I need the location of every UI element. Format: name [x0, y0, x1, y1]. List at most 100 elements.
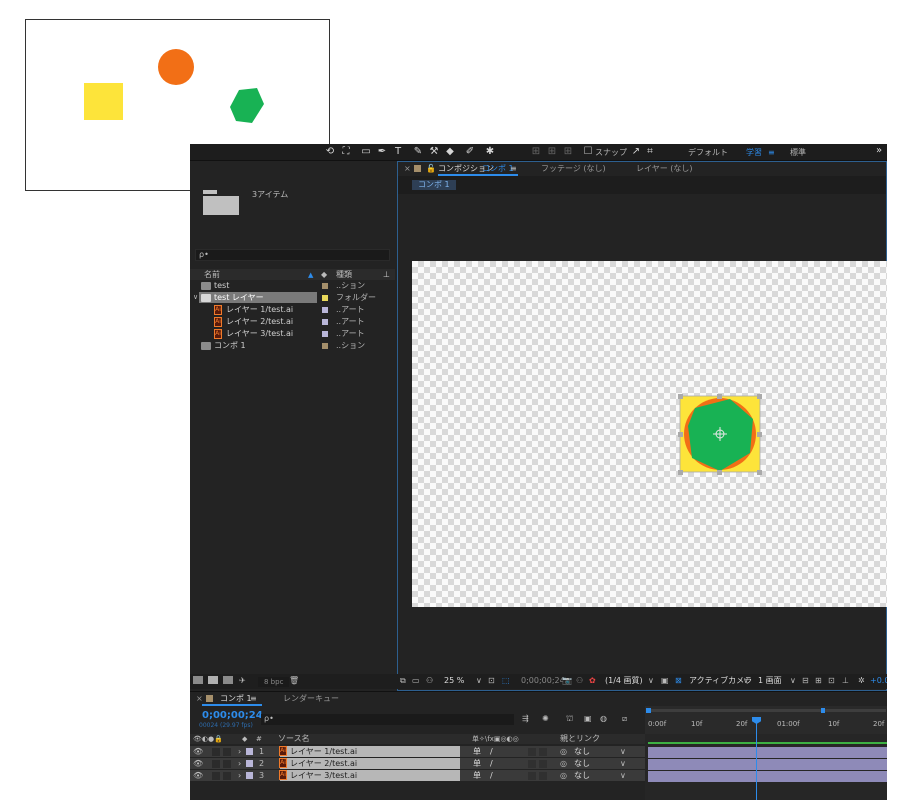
- audio-toggle[interactable]: [212, 772, 220, 780]
- new-folder-icon[interactable]: [208, 676, 218, 684]
- quality-switch-icon[interactable]: /: [490, 771, 493, 781]
- shy-icon[interactable]: ⛫: [566, 714, 573, 724]
- grid-icon[interactable]: ⬚: [502, 676, 510, 686]
- render-icon[interactable]: ✈: [239, 676, 246, 686]
- snap-grid-icon[interactable]: ⌗: [644, 146, 656, 158]
- label-swatch[interactable]: [322, 283, 328, 289]
- comp-tab-name[interactable]: コンポ 1: [482, 164, 514, 174]
- layer-duration-bar-2[interactable]: [648, 759, 887, 770]
- viewer-timecode[interactable]: 0;00;00;24: [521, 676, 565, 686]
- snap-checkbox[interactable]: ☐: [582, 146, 594, 158]
- timeline-tab[interactable]: コンポ 1: [220, 694, 252, 704]
- switch-box[interactable]: [528, 760, 536, 768]
- project-item-test[interactable]: test ..ション: [190, 280, 395, 292]
- anchor-tool-icon[interactable]: ⛶: [340, 146, 352, 158]
- pickwhip-icon[interactable]: ◎: [560, 747, 567, 757]
- sort-asc-icon[interactable]: ▲: [308, 271, 313, 279]
- rotate-tool-icon[interactable]: ⟲: [324, 146, 336, 158]
- show-snapshot-icon[interactable]: ⚇: [576, 676, 583, 686]
- label-swatch[interactable]: [322, 331, 328, 337]
- bpc-button[interactable]: 8 bpc: [258, 677, 290, 687]
- always-preview-icon[interactable]: ⧉: [400, 676, 406, 686]
- source-name-header[interactable]: ソース名: [278, 734, 310, 744]
- chevron-down-icon[interactable]: ∨: [620, 771, 626, 781]
- chevron-down-icon[interactable]: ∨: [743, 676, 749, 686]
- switch-box[interactable]: [539, 748, 547, 756]
- transform-handle[interactable]: [678, 394, 683, 399]
- panel-menu-icon[interactable]: ≡: [510, 164, 517, 174]
- graph-editor-icon[interactable]: ⧄: [622, 714, 627, 724]
- comp-flowchart-icon[interactable]: ⊥: [842, 676, 849, 686]
- label-swatch[interactable]: [322, 307, 328, 313]
- timeline-layer-row-1[interactable]: 👁 › 1 Ai レイヤー 1/test.ai 单 / ◎ なし ∨: [190, 746, 645, 758]
- pickwhip-icon[interactable]: ◎: [560, 759, 567, 769]
- project-item-layer-1[interactable]: Ai レイヤー 1/test.ai ..アート: [190, 304, 395, 316]
- frame-blend-icon[interactable]: ▣: [584, 714, 592, 724]
- eraser-tool-icon[interactable]: ◆: [444, 146, 456, 158]
- chevron-down-icon[interactable]: ∨: [620, 759, 626, 769]
- interpret-footage-icon[interactable]: [193, 676, 203, 684]
- label-swatch[interactable]: [322, 319, 328, 325]
- comp-mini-flowchart-icon[interactable]: ⇶: [522, 714, 529, 724]
- chevron-down-icon[interactable]: ∨: [476, 676, 482, 686]
- reset-exposure-icon[interactable]: ⊞: [815, 676, 822, 686]
- pen-tool-icon[interactable]: ✒: [376, 146, 388, 158]
- switch-box[interactable]: [539, 760, 547, 768]
- layer-name-field[interactable]: レイヤー 1/test.ai: [280, 746, 460, 757]
- solo-toggle[interactable]: [223, 760, 231, 768]
- workspace-standard[interactable]: 標準: [790, 147, 806, 158]
- comp-viewer-canvas[interactable]: [412, 261, 887, 607]
- layer-duration-bar-1[interactable]: [648, 747, 887, 758]
- label-tag-icon[interactable]: ◆: [321, 270, 327, 279]
- clone-stamp-tool-icon[interactable]: ⚒: [428, 146, 440, 158]
- layer-name-field[interactable]: レイヤー 3/test.ai: [280, 770, 460, 781]
- transform-handle[interactable]: [757, 432, 762, 437]
- exposure-icon[interactable]: ✲: [858, 676, 865, 686]
- flowchart-icon[interactable]: ⊡: [828, 676, 835, 686]
- transform-handle[interactable]: [678, 432, 683, 437]
- trash-icon[interactable]: 🗑: [289, 676, 299, 686]
- timeline-search-input[interactable]: ρ•: [261, 714, 514, 725]
- snap-option-icon[interactable]: ↗: [630, 146, 642, 158]
- toggle-pixel-icon[interactable]: ⊟: [802, 676, 809, 686]
- chevron-down-icon[interactable]: ∨: [193, 293, 198, 301]
- resolution-dropdown[interactable]: (1/4 画質): [605, 676, 643, 686]
- layer-duration-bar-3[interactable]: [648, 771, 887, 782]
- time-ruler[interactable]: 0:00f 10f 20f 01:00f 10f 20f: [645, 706, 887, 734]
- label-swatch[interactable]: [246, 760, 253, 767]
- flowchart-icon[interactable]: ⊥: [383, 270, 390, 279]
- work-area-end-handle[interactable]: [821, 708, 825, 713]
- panel-menu-icon[interactable]: ≡: [250, 694, 257, 704]
- shy-switch-icon[interactable]: 单: [473, 747, 481, 757]
- col-type-header[interactable]: 種類: [336, 270, 352, 280]
- audio-toggle[interactable]: [212, 760, 220, 768]
- workspace-learn[interactable]: 学習: [746, 147, 762, 158]
- workspace-default[interactable]: デフォルト: [688, 147, 728, 158]
- chevron-right-icon[interactable]: ›: [238, 747, 241, 757]
- channel-icon[interactable]: ✿: [589, 676, 596, 686]
- transform-handle[interactable]: [757, 394, 762, 399]
- work-area-bar[interactable]: [648, 709, 886, 712]
- render-queue-tab[interactable]: レンダーキュー: [283, 694, 339, 704]
- chevron-down-icon[interactable]: ∨: [648, 676, 654, 686]
- region-of-interest-icon[interactable]: ▣: [661, 676, 669, 686]
- timeline-layer-row-3[interactable]: 👁 › 3 Ai レイヤー 3/test.ai 单 / ◎ なし ∨: [190, 770, 645, 782]
- switch-box[interactable]: [528, 748, 536, 756]
- breadcrumb[interactable]: コンポ 1: [412, 180, 456, 190]
- 3d-glasses-icon[interactable]: ⚇: [426, 676, 433, 686]
- parent-dropdown[interactable]: なし: [574, 771, 590, 781]
- chevron-right-icon[interactable]: ›: [238, 759, 241, 769]
- views-dropdown[interactable]: 1 画面: [758, 676, 782, 686]
- project-item-layer-2[interactable]: Ai レイヤー 2/test.ai ..アート: [190, 316, 395, 328]
- pickwhip-icon[interactable]: ◎: [560, 771, 567, 781]
- overflow-icon[interactable]: »: [876, 145, 882, 156]
- shy-switch-icon[interactable]: 单: [473, 771, 481, 781]
- puppet-tool-icon[interactable]: ✱: [484, 146, 496, 158]
- close-icon[interactable]: ×: [404, 164, 411, 174]
- axis-world-icon[interactable]: ⊞: [546, 146, 558, 158]
- playhead-line[interactable]: [756, 720, 757, 800]
- label-swatch[interactable]: [322, 295, 328, 301]
- layer-tab[interactable]: レイヤー (なし): [636, 164, 693, 174]
- visibility-eye-icon[interactable]: 👁: [193, 771, 203, 781]
- timeline-layer-row-2[interactable]: 👁 › 2 Ai レイヤー 2/test.ai 单 / ◎ なし ∨: [190, 758, 645, 770]
